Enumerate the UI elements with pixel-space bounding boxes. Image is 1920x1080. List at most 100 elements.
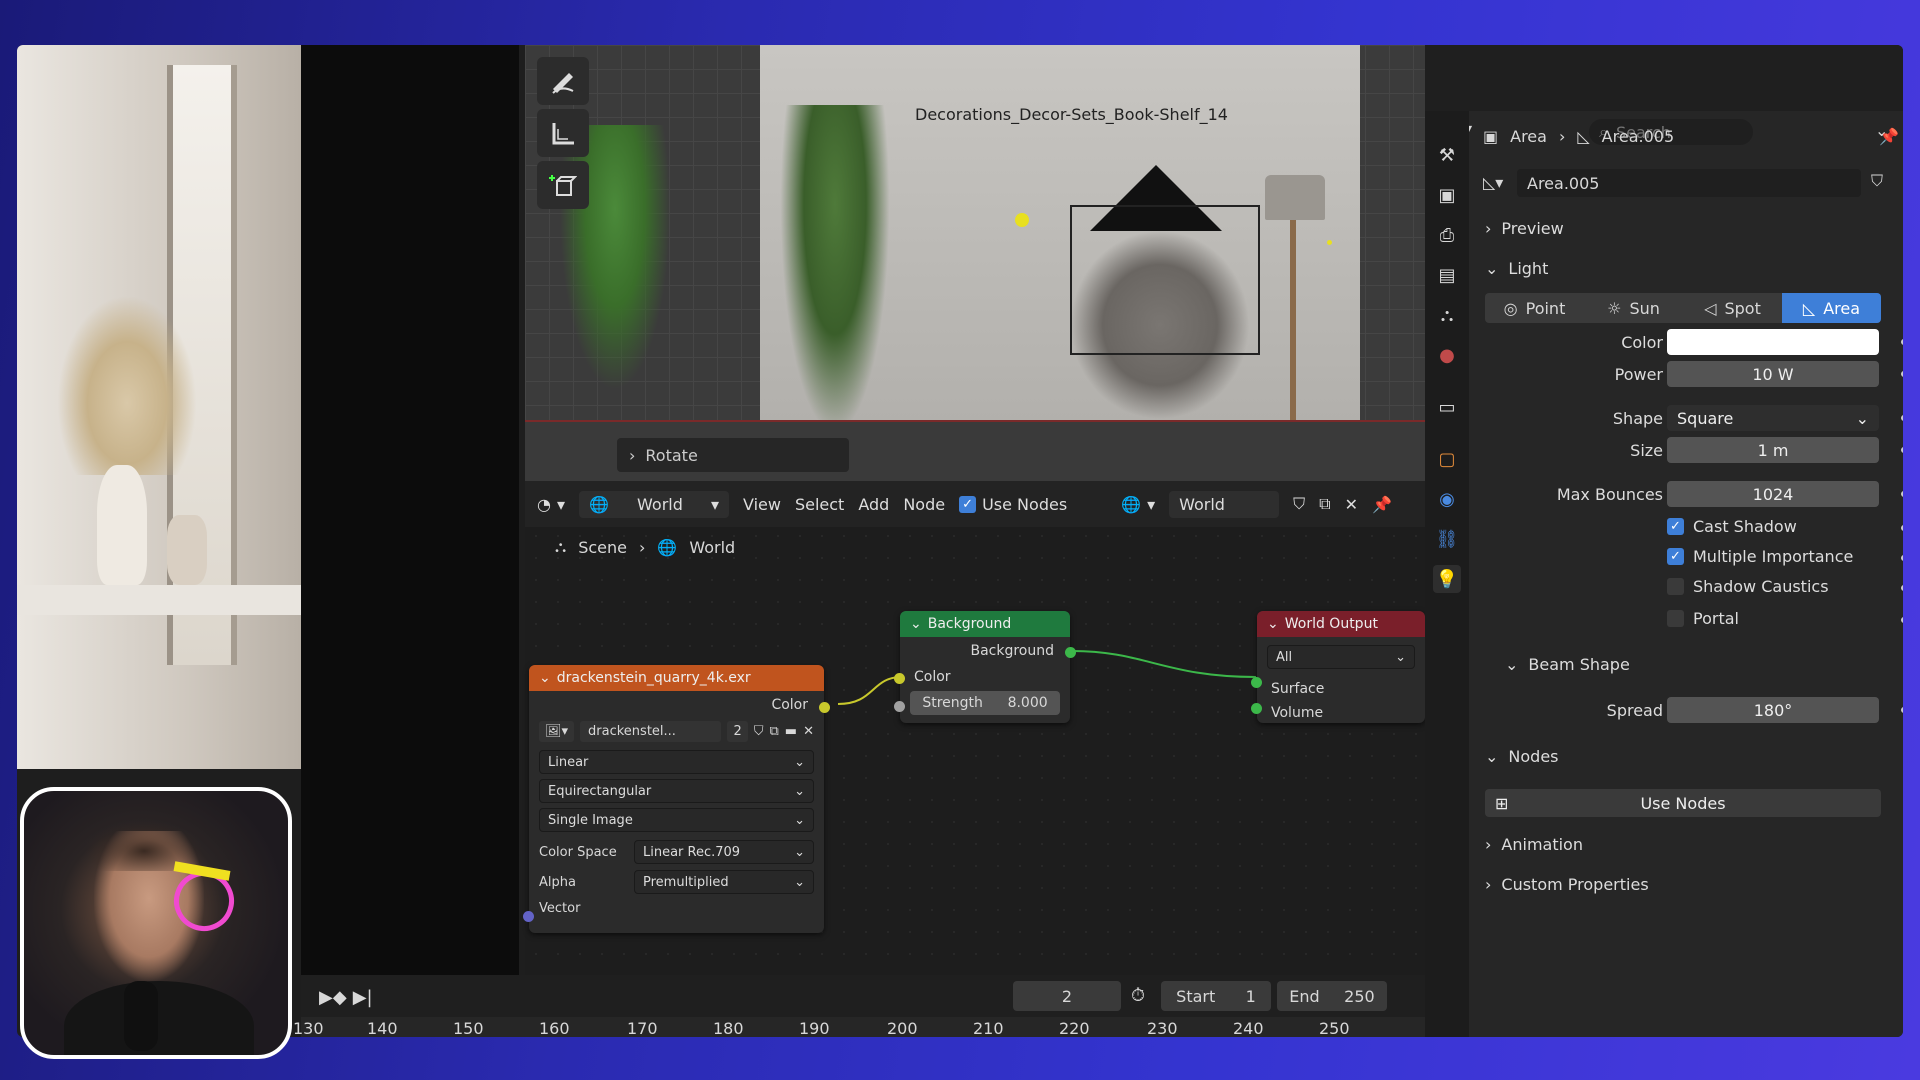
start-frame-field[interactable]: Start 1 [1161,981,1271,1011]
keyframe-dot[interactable] [1901,707,1903,713]
measure-tool[interactable] [537,109,589,157]
light-type-sun[interactable]: ☼ Sun [1584,293,1683,323]
duplicate-icon[interactable]: ⧉ [770,724,779,739]
power-field[interactable]: 10 W [1667,361,1879,387]
strength-input-socket[interactable] [894,701,905,712]
keyframe-dot[interactable] [1901,617,1903,623]
stopwatch-icon[interactable]: ⏱ [1131,985,1145,1006]
vector-input-socket[interactable] [523,911,534,922]
datablock-name-field[interactable]: Area.005 [1517,169,1861,197]
microphone [124,981,158,1051]
color-swatch[interactable] [1667,329,1879,355]
color-output-socket[interactable] [819,702,830,713]
scene-tab-icon[interactable]: ⛬ [1433,301,1461,329]
section-custom-properties-label: Custom Properties [1501,875,1649,894]
world-tab-icon[interactable]: ● [1433,341,1461,369]
keyframe-dot[interactable] [1901,491,1903,497]
pin-icon[interactable]: 📌 [1879,127,1899,146]
keyframe-dot[interactable] [1901,525,1903,531]
section-preview[interactable]: › Preview [1485,219,1564,238]
light-type-area[interactable]: ◺ Area [1782,293,1881,323]
render-tab-icon[interactable]: ▣ [1433,181,1461,209]
fake-user-icon[interactable]: ⛉ [1871,171,1883,191]
section-light[interactable]: ⌄ Light [1485,259,1548,278]
surface-input-socket[interactable] [1251,677,1262,688]
keyframe-dot[interactable] [1901,371,1903,377]
target-value: All [1276,649,1293,665]
image-icon[interactable]: 🖼▾ [539,721,575,742]
timeline[interactable]: ▶◆ ▶| 2 ⏱ Start 1 End 250 130 140 150 160 … [293,975,1425,1037]
physics-tab-icon[interactable]: ◉ [1433,485,1461,513]
volume-input-socket[interactable] [1251,703,1262,714]
constraints-tab-icon[interactable]: ⛓ [1433,525,1461,553]
interpolation-select[interactable]: Linear ⌄ [539,750,814,774]
light-type-spot[interactable]: ◁ Spot [1683,293,1782,323]
keyframe-dot[interactable] [1901,555,1903,561]
shader-node-editor[interactable]: ◔ ▾ 🌐 World ▾ View Select Add Node ✓ Use Nod… [523,481,1425,975]
node-header[interactable]: ⌄ Background [900,611,1070,637]
frame-ruler[interactable]: 130 140 150 160 170 180 190 200 210 220 … [293,1017,1425,1037]
playback-controls: ▶◆ ▶| [319,987,373,1008]
environment-texture-node[interactable]: ⌄ drackenstein_quarry_4k.exr Color 🖼▾ dra… [523,665,830,933]
section-animation[interactable]: › Animation [1485,835,1583,854]
close-icon[interactable]: ✕ [803,724,814,739]
view-layer-tab-icon[interactable]: ▤ [1433,261,1461,289]
output-target-select[interactable]: All ⌄ [1267,645,1415,669]
chevron-right-icon: › [1485,219,1492,238]
section-custom-properties[interactable]: › Custom Properties [1485,875,1649,894]
image-name-field[interactable]: drackenstel... [580,721,722,742]
checkbox-label: Cast Shadow [1693,517,1797,536]
last-operator-panel[interactable]: › Rotate [617,438,849,472]
3d-viewport[interactable]: Decorations_Decor-Sets_Book-Shelf_14 › R… [525,45,1425,481]
light-data-tab-icon[interactable]: 💡 [1433,565,1461,593]
world-output-node[interactable]: ⌄ World Output All ⌄ Surface Volume [1251,611,1425,723]
object-tab-icon[interactable]: ▢ [1433,445,1461,473]
image-datablock-row: 🖼▾ drackenstel... 2 ⛉ ⧉ ▬ ✕ [539,721,814,742]
checkbox-unchecked-icon [1667,578,1684,595]
background-output-socket[interactable] [1065,647,1076,658]
light-type-point[interactable]: ◎ Point [1485,293,1584,323]
folder-icon[interactable]: ▬ [785,724,797,739]
sun-icon: ☼ [1607,298,1622,318]
size-field[interactable]: 1 m [1667,437,1879,463]
node-header[interactable]: ⌄ drackenstein_quarry_4k.exr [529,665,824,691]
keyframe-dot[interactable] [1901,447,1903,453]
shield-icon[interactable]: ⛉ [754,724,764,739]
output-tab-icon[interactable]: ⎙ [1433,221,1461,249]
section-nodes[interactable]: ⌄ Nodes [1485,747,1559,766]
collection-tab-icon[interactable]: ▭ [1433,393,1461,421]
chevron-down-icon: ⌄ [1855,408,1869,428]
background-node[interactable]: ⌄ Background Background Color Strength 8.… [894,611,1076,723]
projection-select[interactable]: Equirectangular ⌄ [539,779,814,803]
portal-checkbox[interactable]: Portal [1667,609,1739,628]
end-frame-field[interactable]: End 250 [1277,981,1387,1011]
strength-field[interactable]: Strength 8.000 [910,691,1060,715]
ruler-tick: 170 [627,1019,658,1037]
spread-field[interactable]: 180° [1667,697,1879,723]
keyframe-dot[interactable] [1901,585,1903,591]
cast-shadow-checkbox[interactable]: ✓ Cast Shadow [1667,517,1797,536]
node-header[interactable]: ⌄ World Output [1257,611,1425,637]
max-bounces-field[interactable]: 1024 [1667,481,1879,507]
current-frame-field[interactable]: 2 [1013,981,1121,1011]
add-cube-tool[interactable] [537,161,589,209]
tool-tab-icon[interactable]: ⚒ [1433,141,1461,169]
alpha-select[interactable]: Premultiplied ⌄ [634,870,814,894]
use-nodes-button[interactable]: ⊞ Use Nodes [1485,789,1881,817]
color-space-select[interactable]: Linear Rec.709 ⌄ [634,840,814,864]
shadow-caustics-checkbox[interactable]: Shadow Caustics [1667,577,1829,596]
next-keyframe-icon[interactable]: ▶◆ [319,987,347,1008]
light-type-browse[interactable]: ◺▾ [1483,173,1503,192]
users-count[interactable]: 2 [727,721,748,742]
color-input-socket[interactable] [894,673,905,684]
light-target-handle[interactable] [1015,213,1029,227]
keyframe-dot[interactable] [1901,415,1903,421]
source-select[interactable]: Single Image ⌄ [539,808,814,832]
jump-end-icon[interactable]: ▶| [353,987,373,1008]
multiple-importance-checkbox[interactable]: ✓ Multiple Importance [1667,547,1853,566]
annotate-tool[interactable] [537,57,589,105]
section-beam-shape[interactable]: ⌄ Beam Shape [1505,655,1630,674]
object-icon: ▣ [1483,127,1499,146]
shape-select[interactable]: Square ⌄ [1667,405,1879,431]
keyframe-dot[interactable] [1901,339,1903,345]
